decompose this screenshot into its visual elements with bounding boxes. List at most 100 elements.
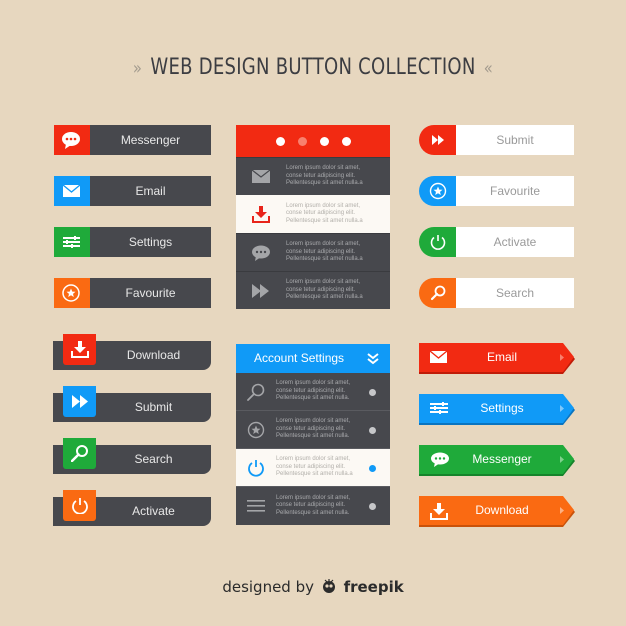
icon-tab: [63, 334, 96, 365]
radio-dot[interactable]: [369, 389, 376, 396]
arrow-label: Messenger: [472, 452, 532, 466]
credit-brand: freepik: [343, 578, 404, 596]
list-item-text: Lorem ipsum dolor sit amet, conse tetur a…: [286, 279, 363, 301]
carousel-panel: Lorem ipsum dolor sit amet, conse tetur a…: [236, 125, 390, 309]
pager-dot-active[interactable]: [297, 136, 307, 146]
star-circle-icon: [54, 278, 90, 308]
envelope-icon: [430, 350, 448, 363]
list-item-selected[interactable]: Lorem ipsum dolor sit amet, conse tetur a…: [236, 195, 390, 233]
pager-dot[interactable]: [275, 136, 285, 146]
power-icon: [430, 235, 446, 250]
fast-forward-icon: [252, 283, 269, 298]
radio-dot-selected[interactable]: [369, 465, 376, 472]
submit-fold-button[interactable]: Submit: [53, 386, 211, 422]
arrow-label: Email: [486, 350, 517, 364]
search-icon: [71, 445, 88, 462]
activate-fold-button[interactable]: Activate: [53, 490, 211, 526]
sliders-icon: [54, 227, 90, 257]
icon-cap: [419, 278, 456, 308]
tag-label: Favourite: [125, 286, 176, 300]
search-icon: [247, 383, 265, 401]
page-title: » WEB DESIGN BUTTON COLLECTION «: [56, 55, 569, 80]
fast-forward-icon: [432, 135, 444, 145]
icon-tab: [63, 386, 96, 417]
search-fold-button[interactable]: Search: [53, 438, 211, 474]
list-item[interactable]: Lorem ipsum dolor sit amet, conse tetur a…: [236, 411, 390, 449]
list-item-text: Lorem ipsum dolor sit amet, conse tetur a…: [286, 202, 363, 224]
list-item-text: Lorem ipsum dolor sit amet, conse tetur a…: [286, 165, 363, 187]
download-fold-button[interactable]: Download: [53, 334, 211, 370]
list-item[interactable]: Lorem ipsum dolor sit amet, conse tetur a…: [236, 373, 390, 411]
envelope-icon: [54, 176, 90, 206]
list-item-text: Lorem ipsum dolor sit amet, conse tetur a…: [276, 418, 351, 440]
credit-prefix: designed by: [222, 578, 314, 596]
account-settings-header[interactable]: Account Settings: [236, 344, 390, 373]
chat-bubble-icon: [252, 245, 270, 261]
list-item-text: Lorem ipsum dolor sit amet, conse tetur a…: [286, 241, 363, 263]
settings-tag-button[interactable]: Settings: [54, 227, 211, 257]
fast-forward-icon: [72, 395, 88, 408]
title-right-decor: «: [483, 58, 494, 79]
pill-label: Activate: [456, 227, 574, 257]
radio-dot[interactable]: [369, 503, 376, 510]
messenger-tag-button[interactable]: Messenger: [54, 125, 211, 155]
chat-bubble-icon: [431, 452, 449, 467]
title-text: WEB DESIGN BUTTON COLLECTION: [150, 55, 476, 80]
icon-tab: [63, 490, 96, 521]
list-item-text: Lorem ipsum dolor sit amet, conse tetur a…: [276, 494, 351, 516]
arrow-label: Download: [475, 503, 529, 517]
email-arrow-button[interactable]: Email: [419, 343, 575, 374]
list-item-text: Lorem ipsum dolor sit amet, conse tetur a…: [276, 380, 351, 402]
submit-pill-button[interactable]: Submit: [419, 125, 574, 155]
fold-label: Submit: [134, 400, 173, 414]
power-icon: [72, 498, 88, 514]
title-left-decor: »: [132, 58, 143, 79]
menu-icon: [247, 500, 265, 512]
credit-line: designed by freepik: [0, 578, 626, 596]
pager-dot[interactable]: [319, 136, 329, 146]
download-arrow-button[interactable]: Download: [419, 496, 575, 527]
pill-label: Search: [456, 278, 574, 308]
freepik-logo-icon: [322, 579, 335, 593]
icon-cap: [419, 176, 456, 206]
list-item-text: Lorem ipsum dolor sit amet, conse tetur a…: [276, 456, 353, 478]
favourite-pill-button[interactable]: Favourite: [419, 176, 574, 206]
tag-label: Email: [135, 184, 166, 198]
tag-label: Messenger: [120, 133, 181, 147]
double-chevron-down-icon[interactable]: [366, 352, 380, 365]
icon-cap: [419, 227, 456, 257]
list-item[interactable]: Lorem ipsum dolor sit amet, conse tetur a…: [236, 157, 390, 195]
chat-bubble-icon: [54, 125, 90, 155]
list-item[interactable]: Lorem ipsum dolor sit amet, conse tetur a…: [236, 271, 390, 309]
fold-label: Download: [126, 348, 181, 362]
favourite-tag-button[interactable]: Favourite: [54, 278, 211, 308]
account-settings-panel: Account Settings Lorem ipsum dolor sit a…: [236, 344, 390, 525]
icon-cap: [419, 125, 456, 155]
sliders-icon: [430, 402, 448, 414]
fold-label: Activate: [132, 504, 175, 518]
activate-pill-button[interactable]: Activate: [419, 227, 574, 257]
download-icon: [252, 205, 270, 223]
pill-label: Submit: [456, 125, 574, 155]
pager: [236, 125, 390, 157]
arrow-label: Settings: [480, 401, 524, 415]
fold-label: Search: [134, 452, 173, 466]
star-circle-icon: [429, 182, 447, 200]
settings-arrow-button[interactable]: Settings: [419, 394, 575, 425]
radio-dot[interactable]: [369, 427, 376, 434]
list-item[interactable]: Lorem ipsum dolor sit amet, conse tetur a…: [236, 233, 390, 271]
list-item[interactable]: Lorem ipsum dolor sit amet, conse tetur a…: [236, 487, 390, 525]
download-icon: [71, 341, 89, 358]
pager-dot[interactable]: [341, 136, 351, 146]
power-icon: [248, 459, 264, 477]
email-tag-button[interactable]: Email: [54, 176, 211, 206]
star-circle-icon: [247, 421, 265, 438]
search-pill-button[interactable]: Search: [419, 278, 574, 308]
list-item-selected[interactable]: Lorem ipsum dolor sit amet, conse tetur a…: [236, 449, 390, 487]
search-icon: [430, 285, 446, 301]
icon-tab: [63, 438, 96, 469]
download-icon: [430, 503, 448, 520]
pill-label: Favourite: [456, 176, 574, 206]
panel-title: Account Settings: [254, 351, 345, 365]
messenger-arrow-button[interactable]: Messenger: [419, 445, 575, 476]
